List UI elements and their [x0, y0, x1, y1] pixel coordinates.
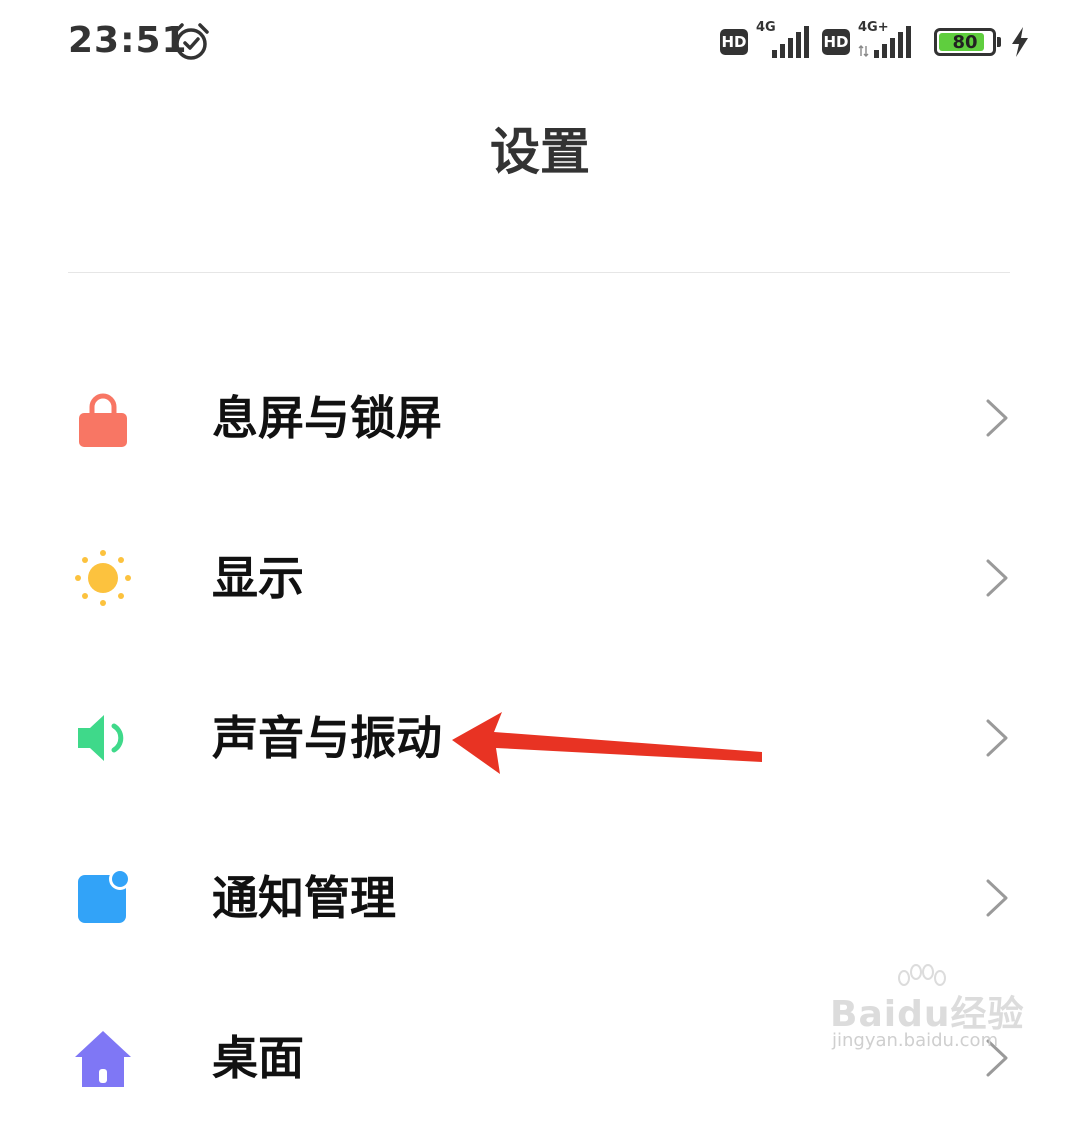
clock-time: 23:51	[68, 20, 188, 61]
annotation-arrow	[452, 712, 762, 774]
hd-badge-sim1: HD	[720, 29, 748, 55]
settings-item-lock-screen[interactable]: 息屏与锁屏	[0, 348, 1080, 488]
chevron-right-icon	[986, 719, 1008, 757]
sun-icon	[75, 550, 131, 606]
alarm-clock-icon	[173, 23, 209, 60]
signal-strength-icon-sim2: 4G+	[858, 20, 916, 62]
speaker-icon	[78, 715, 124, 761]
settings-item-label: 显示	[212, 551, 304, 605]
lock-icon	[79, 393, 127, 447]
chevron-right-icon	[986, 879, 1008, 917]
status-icons: HD 4G HD 4G+ 80	[720, 20, 1030, 62]
settings-item-notifications[interactable]: 通知管理	[0, 828, 1080, 968]
settings-item-label: 声音与振动	[212, 711, 442, 765]
page-title: 设置	[490, 123, 590, 181]
settings-item-display[interactable]: 显示	[0, 508, 1080, 648]
home-icon	[75, 1031, 131, 1087]
watermark-url: jingyan.baidu.com	[832, 1030, 999, 1051]
hd-badge-sim2: HD	[822, 29, 850, 55]
status-bar: 23:51 HD 4G HD 4G+ 80	[0, 0, 1080, 90]
settings-item-label: 息屏与锁屏	[212, 391, 442, 445]
settings-item-label: 桌面	[212, 1031, 304, 1085]
battery-icon: 80	[934, 28, 1001, 56]
chevron-right-icon	[986, 399, 1008, 437]
battery-level: 80	[952, 31, 978, 53]
notification-icon	[78, 869, 131, 923]
divider	[68, 272, 1010, 273]
settings-item-label: 通知管理	[212, 871, 396, 925]
lightning-bolt-icon	[1012, 27, 1028, 57]
chevron-right-icon	[986, 559, 1008, 597]
signal-strength-icon-sim1: 4G	[756, 20, 814, 62]
